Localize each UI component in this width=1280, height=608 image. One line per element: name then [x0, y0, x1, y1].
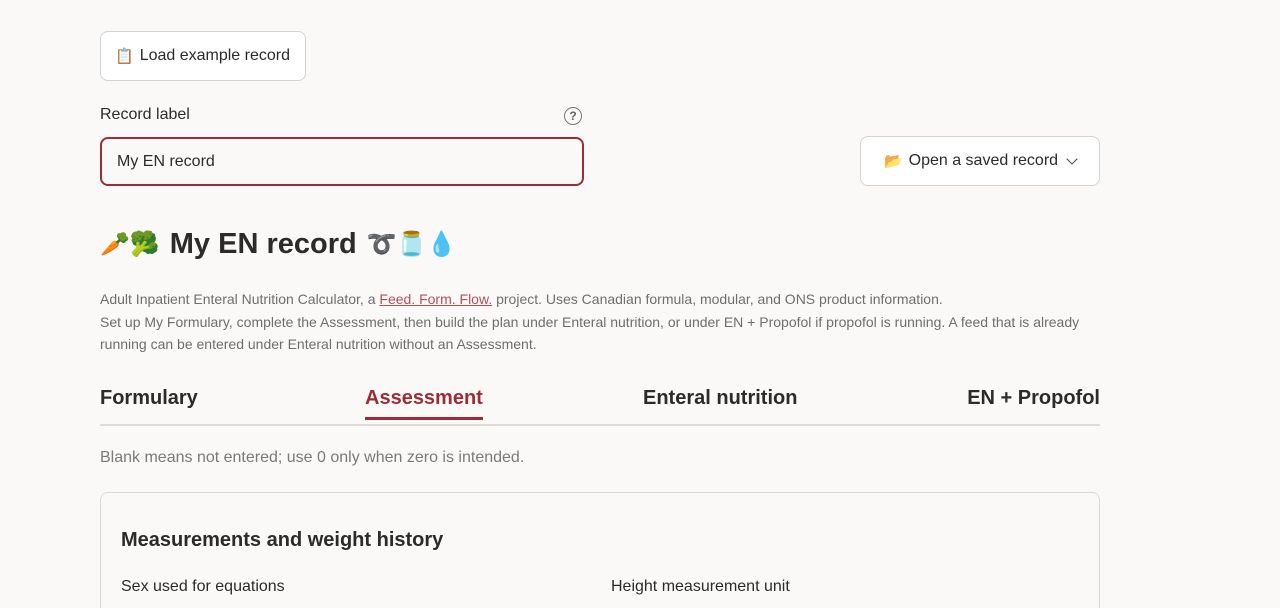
help-icon[interactable]: ?: [564, 107, 582, 125]
intro-text: Adult Inpatient Enteral Nutrition Calcul…: [100, 288, 1100, 356]
load-example-button[interactable]: 📋 Load example record: [100, 31, 306, 81]
intro-line-1: Adult Inpatient Enteral Nutrition Calcul…: [100, 288, 1100, 311]
clipboard-icon: 📋: [115, 48, 134, 65]
height-unit-field-label: Height measurement unit: [611, 578, 790, 595]
intro-line-1-end: project. Uses Canadian formula, modular,…: [492, 291, 943, 307]
page: 📋 Load example record Record label ? 📂 O…: [0, 0, 1280, 608]
tab-en-propofol[interactable]: EN + Propofol: [967, 387, 1100, 410]
record-label-input[interactable]: [100, 137, 584, 186]
section-title: Measurements and weight history: [121, 529, 444, 551]
folder-open-icon: 📂: [883, 153, 903, 170]
intro-line-2: Set up My Formulary, complete the Assess…: [100, 313, 1080, 353]
tab-assessment[interactable]: Assessment: [365, 387, 483, 420]
intro-line-1-start: Adult Inpatient Enteral Nutrition Calcul…: [100, 291, 380, 307]
page-title: 🥕🥦 My EN record ➰🫙💧: [100, 228, 456, 261]
page-title-text: My EN record: [169, 228, 357, 260]
load-example-label: Load example record: [139, 47, 290, 64]
carrot-broccoli-icon: 🥕🥦: [100, 231, 160, 258]
open-saved-record-label: Open a saved record: [908, 152, 1059, 169]
feed-form-flow-link[interactable]: Feed. Form. Flow.: [379, 291, 492, 307]
chevron-down-icon: [1066, 153, 1078, 165]
sex-field-label: Sex used for equations: [121, 578, 285, 595]
blank-hint: Blank means not entered; use 0 only when…: [100, 449, 525, 466]
record-label-title: Record label: [100, 106, 190, 123]
tab-bar: Formulary Assessment Enteral nutrition E…: [100, 384, 1100, 426]
tab-formulary[interactable]: Formulary: [100, 387, 198, 410]
tab-enteral-nutrition[interactable]: Enteral nutrition: [643, 387, 797, 410]
open-saved-record-button[interactable]: 📂 Open a saved record: [860, 136, 1100, 186]
measurements-card: Measurements and weight history Sex used…: [100, 492, 1100, 608]
tube-jar-drop-icon: ➰🫙💧: [366, 231, 457, 258]
